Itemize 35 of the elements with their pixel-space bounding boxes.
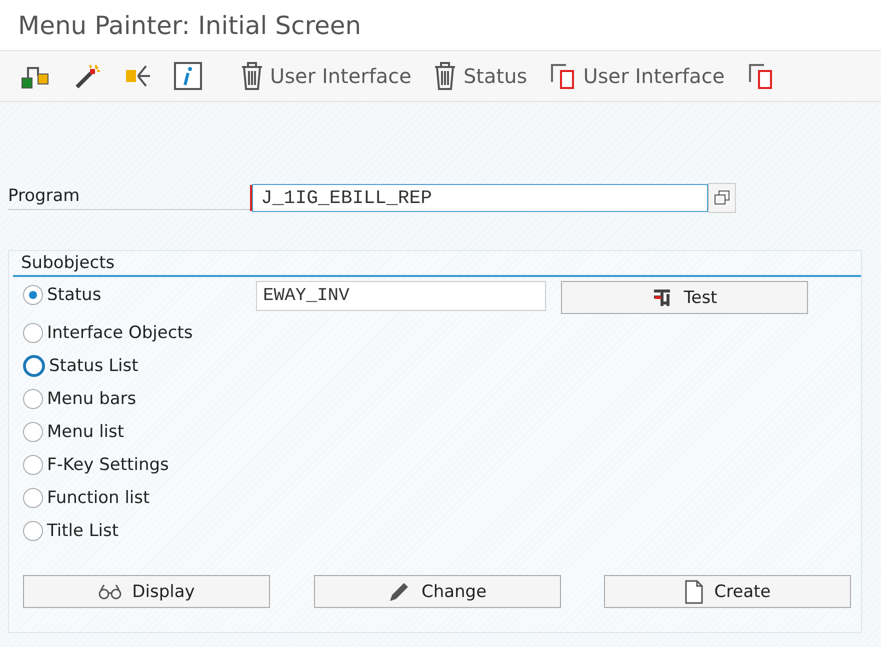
group-title: Subobjects — [13, 253, 861, 277]
glasses-icon — [98, 584, 122, 600]
radio-option[interactable]: Interface Objects — [23, 319, 256, 347]
value-help-icon[interactable] — [708, 183, 736, 213]
radio-option[interactable]: Title List — [23, 517, 256, 545]
action-button[interactable]: Change — [314, 575, 560, 608]
radio-option[interactable]: Status List — [23, 352, 256, 380]
action-button[interactable]: Display — [23, 575, 270, 608]
toolbar-button[interactable]: User Interface — [545, 60, 729, 92]
radio-button[interactable] — [23, 521, 43, 541]
radio-button[interactable] — [23, 389, 43, 409]
radio-option[interactable]: F-Key Settings — [23, 451, 256, 479]
radio-button[interactable] — [23, 455, 43, 475]
action-button[interactable]: Create — [604, 575, 851, 608]
field-label: Program — [8, 186, 252, 210]
radio-option[interactable]: Menu list — [23, 418, 256, 446]
magic-wand-icon — [74, 62, 102, 90]
status-field[interactable]: EWAY_INV — [256, 281, 546, 311]
radio-button[interactable] — [23, 285, 43, 305]
test-button[interactable]: Test — [561, 281, 808, 314]
trash-icon — [240, 61, 264, 91]
radio-option[interactable]: Menu bars — [23, 385, 256, 413]
info-icon — [174, 62, 202, 90]
copy-icon — [746, 62, 775, 90]
toolbar-button[interactable]: Status — [429, 59, 532, 93]
document-icon — [684, 580, 704, 604]
radio-option[interactable]: Status — [23, 281, 256, 309]
window-title: Menu Painter: Initial Screen — [0, 0, 881, 50]
radio-option[interactable]: Function list — [23, 484, 256, 512]
radio-button[interactable] — [23, 422, 43, 442]
program-field[interactable]: J_1IG_EBILL_REP — [252, 184, 708, 212]
radio-button[interactable] — [23, 488, 43, 508]
toolbar-button[interactable]: User Interface — [236, 59, 416, 93]
trash-icon — [433, 61, 458, 91]
radio-button[interactable] — [23, 323, 43, 343]
